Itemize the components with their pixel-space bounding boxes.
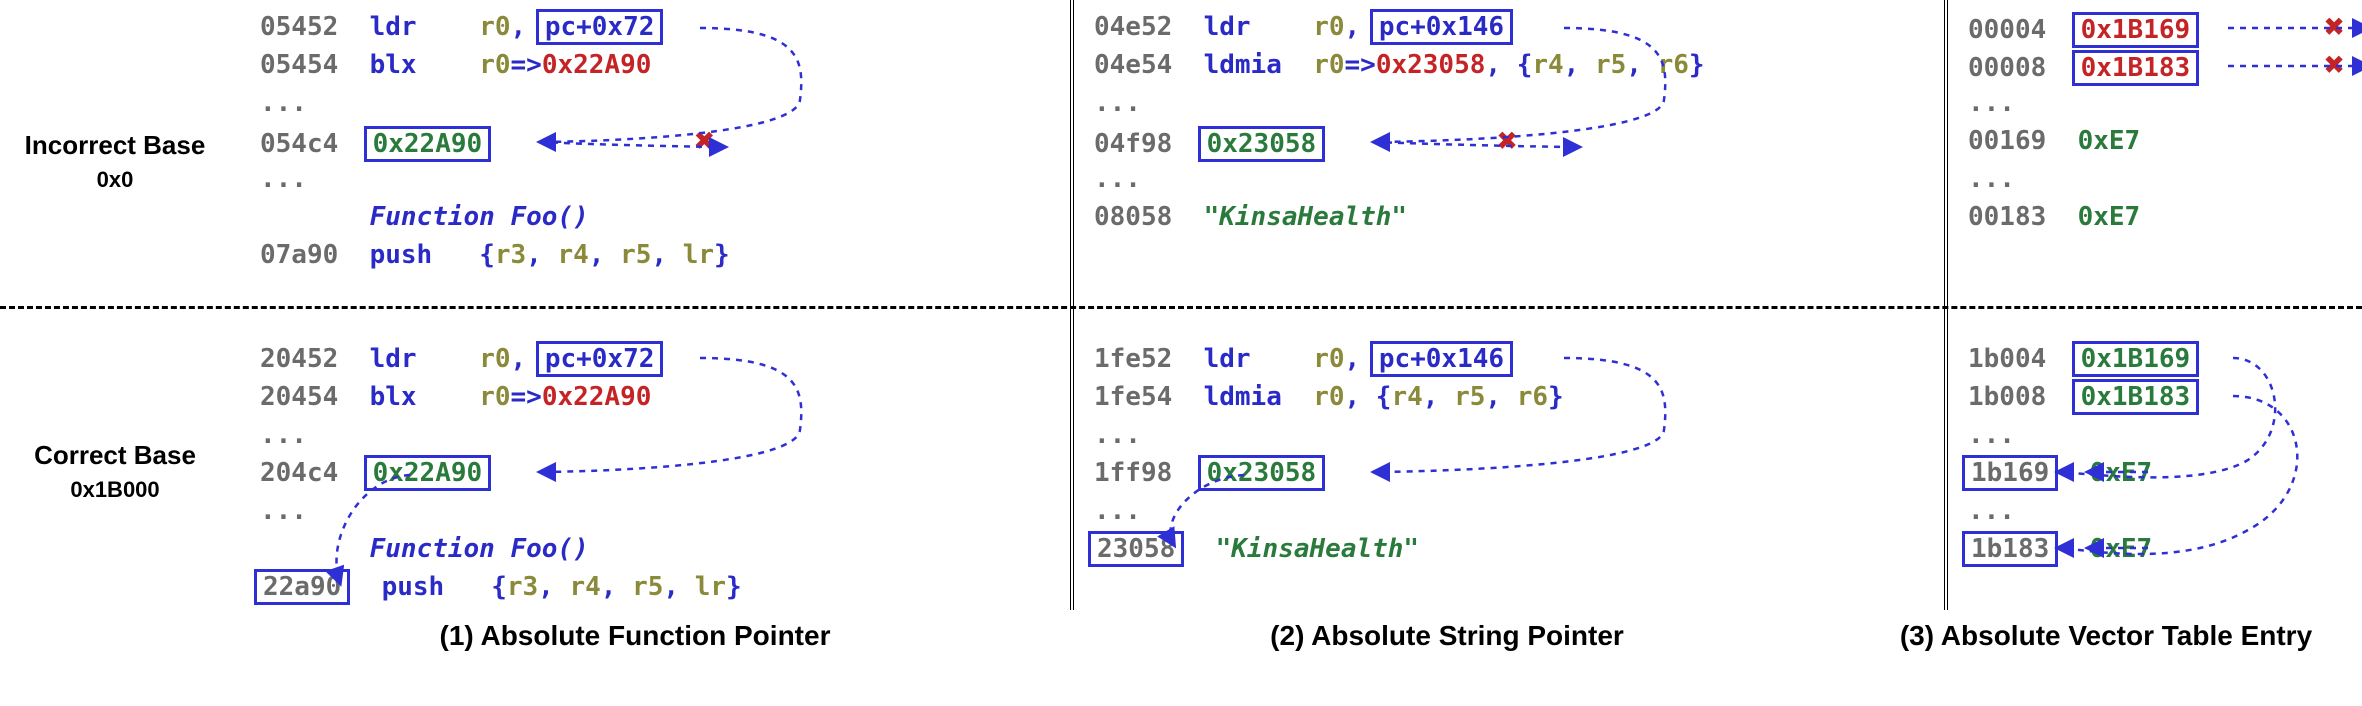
label-incorrect-sub: 0x0 — [0, 167, 230, 193]
pc-imm: pc+0x72 — [536, 9, 664, 45]
label-incorrect: Incorrect Base 0x0 — [0, 130, 230, 193]
pc-imm: pc+0x72 — [536, 341, 664, 377]
vec-entry: 0x1B183 — [2072, 379, 2200, 415]
col3-top-block: 00004 0x1B169 ✖ 00008 0x1B183 ✖ ... 0016… — [1968, 8, 2362, 236]
caption-1: (1) Absolute Function Pointer — [240, 620, 1030, 680]
col1-bot-block: 20452 ldr r0, pc+0x72 20454 blx r0=>0x22… — [260, 340, 1050, 606]
label-correct-title: Correct Base — [0, 440, 230, 471]
vec-entry: 0x1B169 — [2072, 341, 2200, 377]
col2-bot-block: 1fe52 ldr r0, pc+0x146 1fe54 ldmia r0, {… — [1094, 340, 1924, 568]
pc-imm: pc+0x146 — [1370, 9, 1513, 45]
col-vector-table: 00004 0x1B169 ✖ 00008 0x1B183 ✖ ... 0016… — [1948, 0, 2362, 610]
col2-top-block: 04e52 ldr r0, pc+0x146 04e54 ldmia r0=>0… — [1094, 8, 1924, 236]
cross-icon: ✖ — [695, 121, 715, 161]
cross-icon: ✖ — [1497, 121, 1517, 161]
ptr-value: 0x22A90 — [364, 455, 492, 491]
vec-entry: 0x1B169 — [2072, 12, 2200, 48]
figure: Incorrect Base 0x0 Correct Base 0x1B000 … — [0, 0, 2362, 610]
label-incorrect-title: Incorrect Base — [0, 130, 230, 161]
captions-row: (1) Absolute Function Pointer (2) Absolu… — [240, 620, 2362, 680]
ptr-value: 0x23058 — [1198, 455, 1326, 491]
col3-bot-block: 1b004 0x1B169 1b008 0x1B183 ... 1b169 0x… — [1968, 340, 2362, 568]
label-column: Incorrect Base 0x0 Correct Base 0x1B000 — [0, 0, 240, 610]
ptr-value: 0x23058 — [1198, 126, 1326, 162]
pc-imm: pc+0x146 — [1370, 341, 1513, 377]
caption-2: (2) Absolute String Pointer — [1030, 620, 1864, 680]
col1-top-block: 05452 ldr r0, pc+0x72 05454 blx r0=>0x22… — [260, 8, 1050, 274]
col-func-pointer: 05452 ldr r0, pc+0x72 05454 blx r0=>0x22… — [240, 0, 1070, 610]
cross-icon: ✖ — [2324, 45, 2344, 85]
vec-entry: 0x1B183 — [2072, 50, 2200, 86]
columns: 05452 ldr r0, pc+0x72 05454 blx r0=>0x22… — [240, 0, 2362, 610]
col-string-pointer: 04e52 ldr r0, pc+0x146 04e54 ldmia r0=>0… — [1074, 0, 1944, 610]
cross-icon: ✖ — [2324, 7, 2344, 47]
caption-3: (3) Absolute Vector Table Entry — [1864, 620, 2348, 680]
label-correct-sub: 0x1B000 — [0, 477, 230, 503]
ptr-value: 0x22A90 — [364, 126, 492, 162]
label-correct: Correct Base 0x1B000 — [0, 440, 230, 503]
